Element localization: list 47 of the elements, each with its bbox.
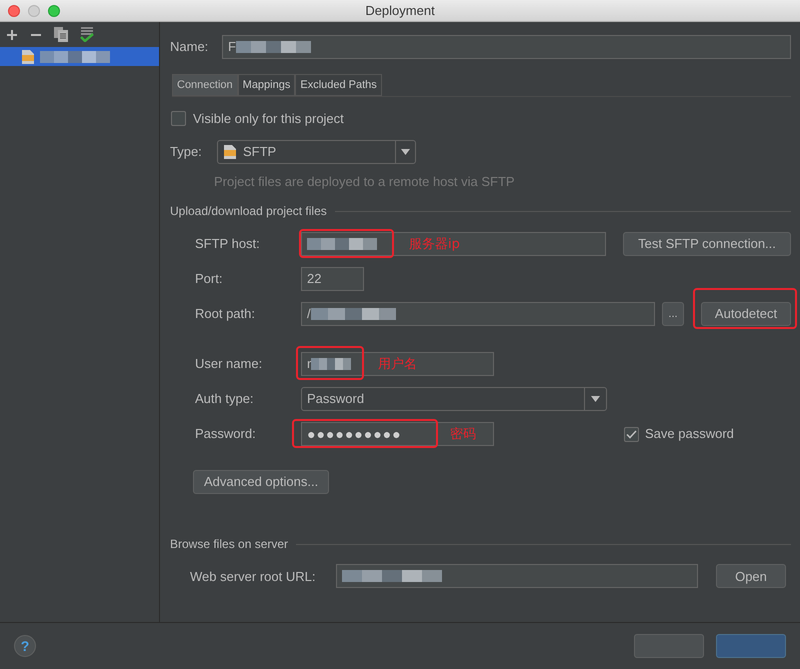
- open-button[interactable]: Open: [716, 564, 786, 588]
- add-icon[interactable]: [6, 28, 18, 40]
- checkbox-label: Save password: [645, 425, 734, 444]
- field-label: Port:: [194, 270, 224, 288]
- hint-text: Project files are deployed to a remote host via SFTP: [214, 172, 516, 191]
- help-button[interactable]: ?: [14, 635, 36, 657]
- action-button[interactable]: Autodetect: [701, 302, 791, 326]
- caret-icon: [591, 396, 600, 402]
- check-list-icon[interactable]: [80, 27, 94, 42]
- annotation-text: 服务器ip: [409, 236, 460, 254]
- field-label: Password:: [194, 425, 257, 444]
- caret-icon: [401, 148, 410, 154]
- type-dropdown[interactable]: SFTP: [217, 140, 416, 164]
- annotation-box: [296, 346, 364, 380]
- checkbox[interactable]: [171, 111, 186, 126]
- checkbox-label: Visible only for this project: [193, 110, 344, 128]
- copy-icon[interactable]: [54, 27, 68, 42]
- field-label: Auth type:: [194, 390, 255, 408]
- input-field[interactable]: /: [301, 302, 655, 326]
- tab[interactable]: Mappings: [238, 74, 296, 96]
- action-button[interactable]: Test SFTP connection...: [623, 232, 791, 256]
- sftp-file-icon: [224, 144, 236, 158]
- browse-button[interactable]: ...: [662, 302, 684, 326]
- checkbox[interactable]: [624, 426, 639, 442]
- field-label: Web server root URL:: [190, 568, 316, 586]
- server-item[interactable]: [0, 47, 159, 66]
- name-field[interactable]: F: [222, 35, 791, 59]
- section-title: Upload/download project files: [170, 203, 327, 220]
- input-field[interactable]: 22: [301, 267, 364, 291]
- url-field[interactable]: [336, 564, 698, 588]
- dropdown[interactable]: Password: [301, 387, 607, 411]
- field-label: Name:: [170, 38, 210, 56]
- zoom-icon[interactable]: [48, 5, 60, 17]
- annotation-text: 用户名: [378, 356, 417, 374]
- field-label: Root path:: [194, 305, 256, 324]
- tab[interactable]: Excluded Paths: [295, 74, 382, 96]
- field-label: User name:: [194, 355, 264, 374]
- annotation-text: 密码: [450, 426, 476, 444]
- sftp-file-icon: [22, 50, 34, 64]
- section-title: Browse files on server: [170, 536, 288, 554]
- advanced-options-button[interactable]: Advanced options...: [193, 470, 330, 494]
- close-icon[interactable]: [8, 5, 20, 17]
- field-label: Type:: [170, 142, 203, 161]
- window-title: Deployment: [365, 2, 435, 20]
- field-label: SFTP host:: [194, 235, 261, 254]
- input-field[interactable]: [301, 232, 606, 256]
- tab[interactable]: Connection: [172, 74, 238, 96]
